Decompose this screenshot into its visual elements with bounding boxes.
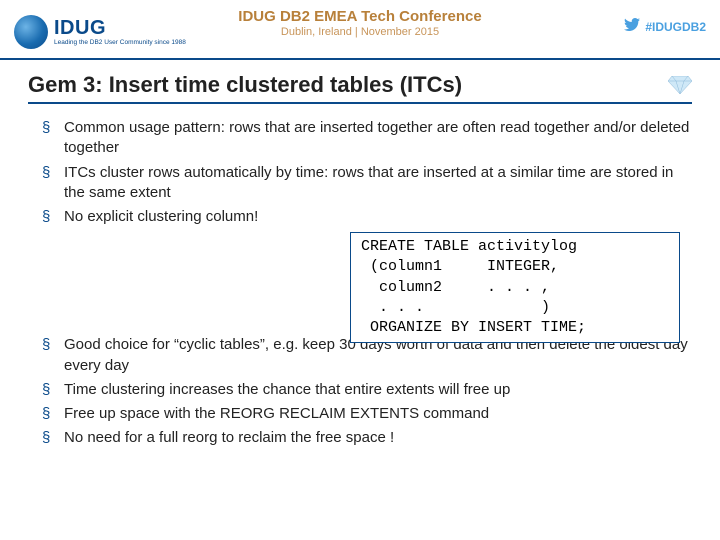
slide-title: Gem 3: Insert time clustered tables (ITC… [28, 72, 660, 98]
bullet-list-1: Common usage pattern: rows that are inse… [28, 118, 692, 227]
sql-code-box: CREATE TABLE activitylog (column1 INTEGE… [350, 232, 680, 343]
slide-title-row: Gem 3: Insert time clustered tables (ITC… [28, 72, 692, 104]
conference-subtitle: Dublin, Ireland | November 2015 [238, 26, 481, 38]
bullet-item: Common usage pattern: rows that are inse… [42, 118, 692, 159]
bullet-item: Time clustering increases the chance tha… [42, 380, 692, 400]
bullet-list-2: Good choice for “cyclic tables”, e.g. ke… [28, 335, 692, 448]
twitter-icon [624, 18, 640, 36]
bullet-item: ITCs cluster rows automatically by time:… [42, 163, 692, 204]
bullet-item: No explicit clustering column! [42, 207, 692, 227]
bullet-item: No need for a full reorg to reclaim the … [42, 428, 692, 448]
idug-logo: IDUG Leading the DB2 User Community sinc… [14, 15, 186, 49]
logo-text: IDUG Leading the DB2 User Community sinc… [54, 18, 186, 47]
diamond-icon [668, 76, 692, 94]
slide-header: IDUG Leading the DB2 User Community sinc… [0, 0, 720, 60]
logo-main: IDUG [54, 18, 186, 38]
hashtag-text: #IDUGDB2 [645, 20, 706, 34]
conference-title-block: IDUG DB2 EMEA Tech Conference Dublin, Ir… [238, 8, 481, 38]
globe-icon [14, 15, 48, 49]
conference-title: IDUG DB2 EMEA Tech Conference [238, 8, 481, 25]
hashtag-block: #IDUGDB2 [624, 18, 706, 36]
logo-tagline: Leading the DB2 User Community since 198… [54, 40, 186, 47]
bullet-item: Free up space with the REORG RECLAIM EXT… [42, 404, 692, 424]
